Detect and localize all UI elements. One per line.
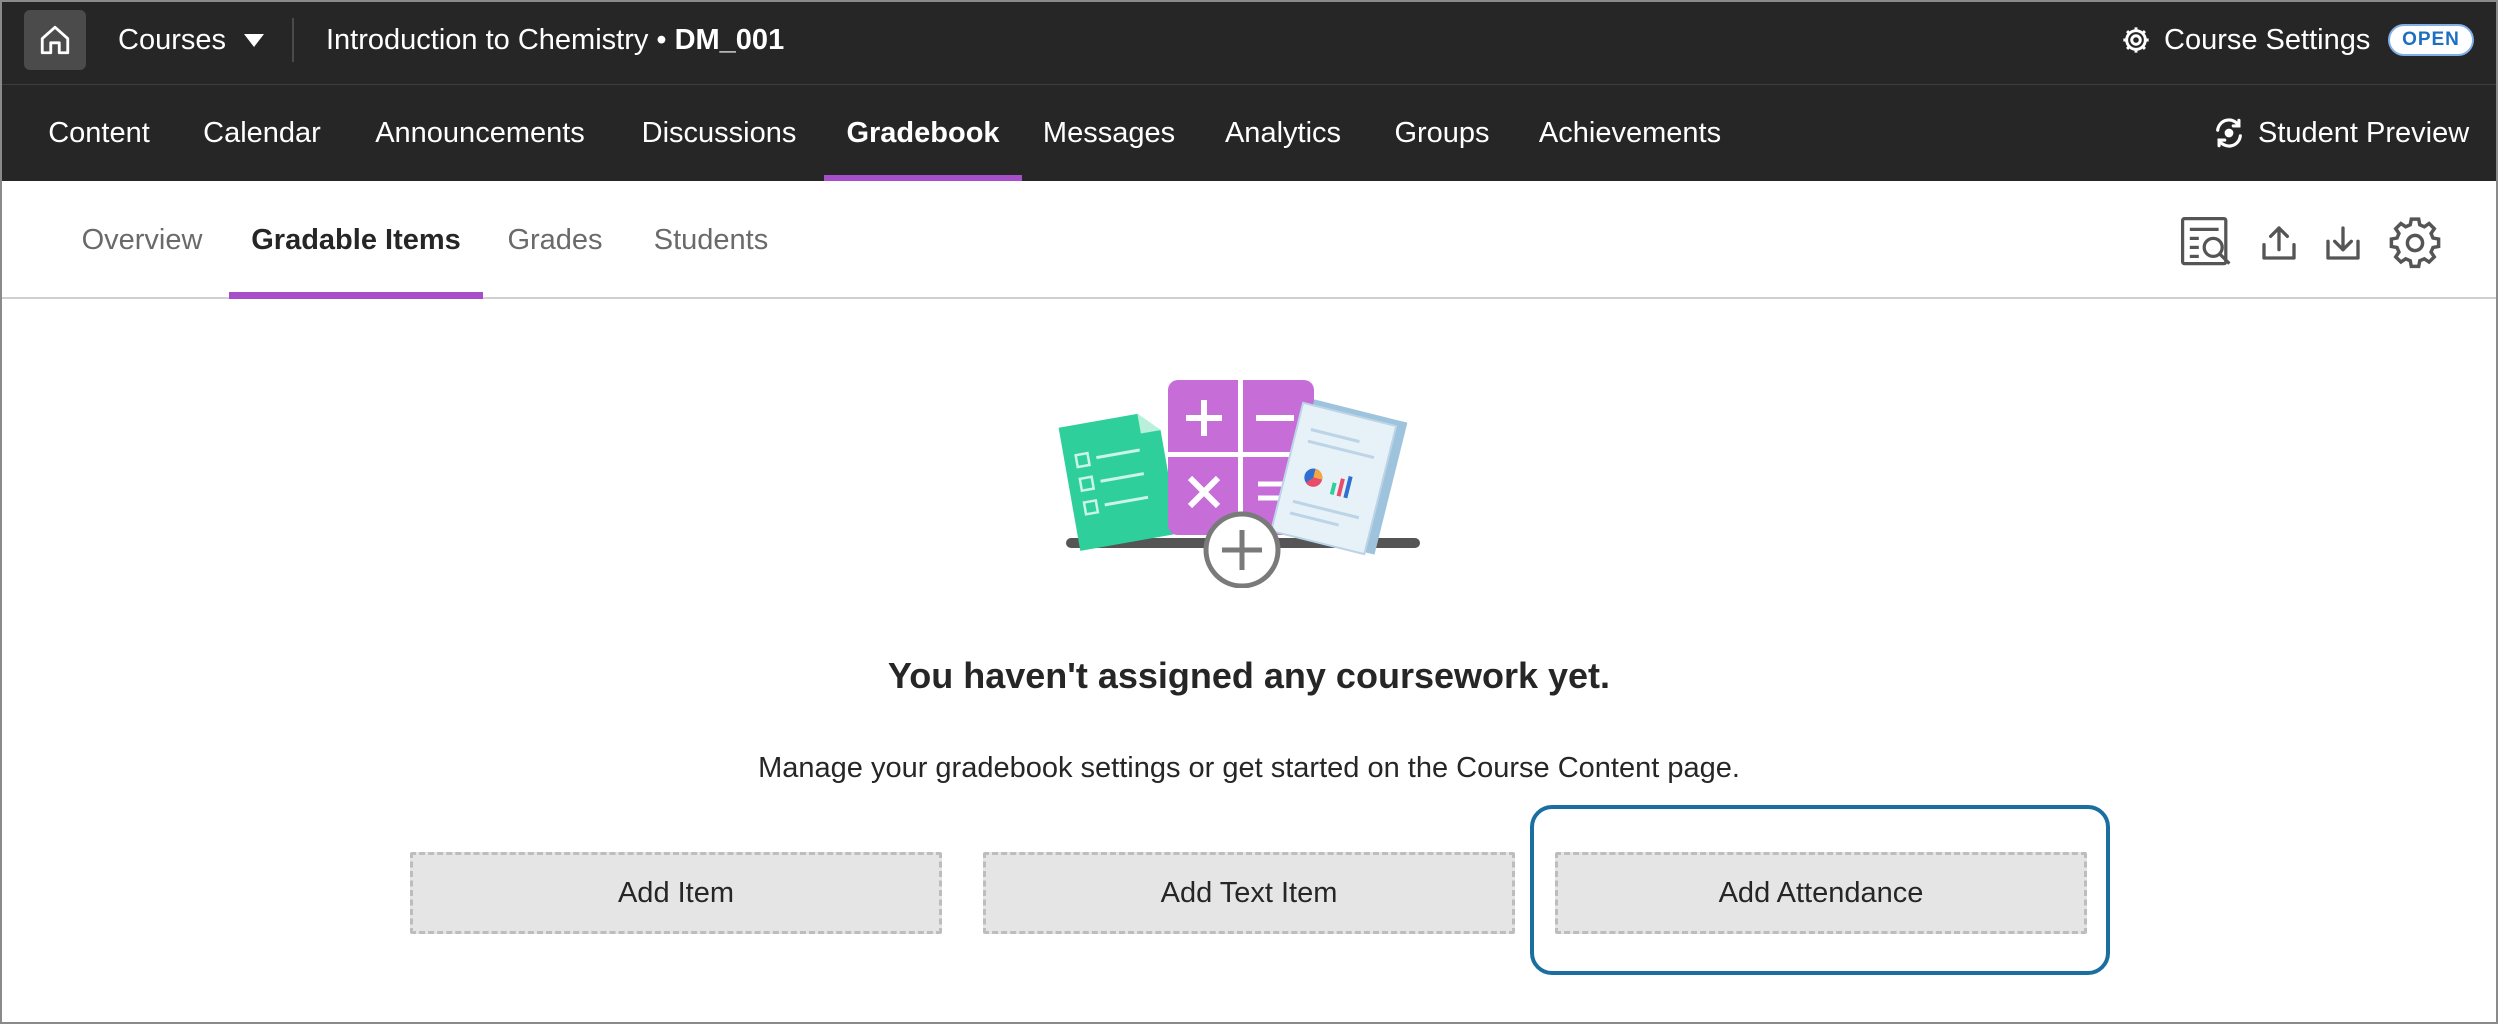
add-item-button[interactable]: Add Item xyxy=(410,852,942,934)
nav-messages[interactable]: Messages xyxy=(1036,85,1182,181)
gradebook-settings-button[interactable] xyxy=(2386,215,2444,271)
courses-dropdown[interactable]: Courses xyxy=(118,18,264,62)
nav-announcements[interactable]: Announcements xyxy=(362,85,598,181)
home-button[interactable] xyxy=(24,10,86,70)
gear-icon xyxy=(2389,217,2441,269)
empty-state-title: You haven't assigned any coursework yet. xyxy=(887,655,1611,696)
student-preview-button[interactable]: Student Preview xyxy=(2212,85,2469,181)
refresh-eye-icon xyxy=(2216,118,2242,148)
search-report-button[interactable] xyxy=(2176,215,2236,269)
empty-state-description: Manage your gradebook settings or get st… xyxy=(758,752,1740,784)
add-text-item-button[interactable]: Add Text Item xyxy=(983,852,1515,934)
upload-button[interactable] xyxy=(2256,219,2302,267)
divider xyxy=(292,18,294,62)
course-settings-label: Course Settings xyxy=(2164,23,2371,56)
top-bar: Courses Introduction to Chemistry • DM_0… xyxy=(0,0,2498,85)
gradebook-calculator-illustration xyxy=(1058,380,1420,588)
nav-calendar[interactable]: Calendar xyxy=(192,85,332,181)
nav-gradebook[interactable]: Gradebook xyxy=(824,85,1022,181)
student-preview-label: Student Preview xyxy=(2258,116,2470,149)
course-name: Introduction to Chemistry • xyxy=(326,23,667,56)
tab-gradable-items[interactable]: Gradable Items xyxy=(229,181,483,299)
home-icon xyxy=(40,25,70,55)
course-code: DM_001 xyxy=(674,23,785,56)
nav-discussions[interactable]: Discussions xyxy=(630,85,808,181)
course-main-nav: Content Calendar Announcements Discussio… xyxy=(0,85,2498,181)
search-report-icon xyxy=(2180,216,2231,266)
nav-achievements[interactable]: Achievements xyxy=(1530,85,1730,181)
add-attendance-button[interactable]: Add Attendance xyxy=(1555,852,2087,934)
caret-down-icon xyxy=(244,33,264,47)
gear-icon xyxy=(2123,27,2149,53)
upload-icon xyxy=(2262,226,2296,260)
status-badge[interactable]: OPEN xyxy=(2388,24,2474,56)
nav-content[interactable]: Content xyxy=(24,85,174,181)
courses-label: Courses xyxy=(118,23,226,56)
course-settings-button[interactable]: Course Settings xyxy=(2120,18,2370,62)
nav-groups[interactable]: Groups xyxy=(1384,85,1500,181)
download-icon xyxy=(2326,226,2360,260)
tab-grades[interactable]: Grades xyxy=(494,181,616,299)
download-button[interactable] xyxy=(2320,219,2366,267)
course-title: Introduction to Chemistry • DM_001 xyxy=(326,18,784,62)
tab-overview[interactable]: Overview xyxy=(64,181,220,299)
tab-students[interactable]: Students xyxy=(636,181,786,299)
nav-analytics[interactable]: Analytics xyxy=(1214,85,1352,181)
gradebook-sub-nav: Overview Gradable Items Grades Students xyxy=(0,181,2498,299)
